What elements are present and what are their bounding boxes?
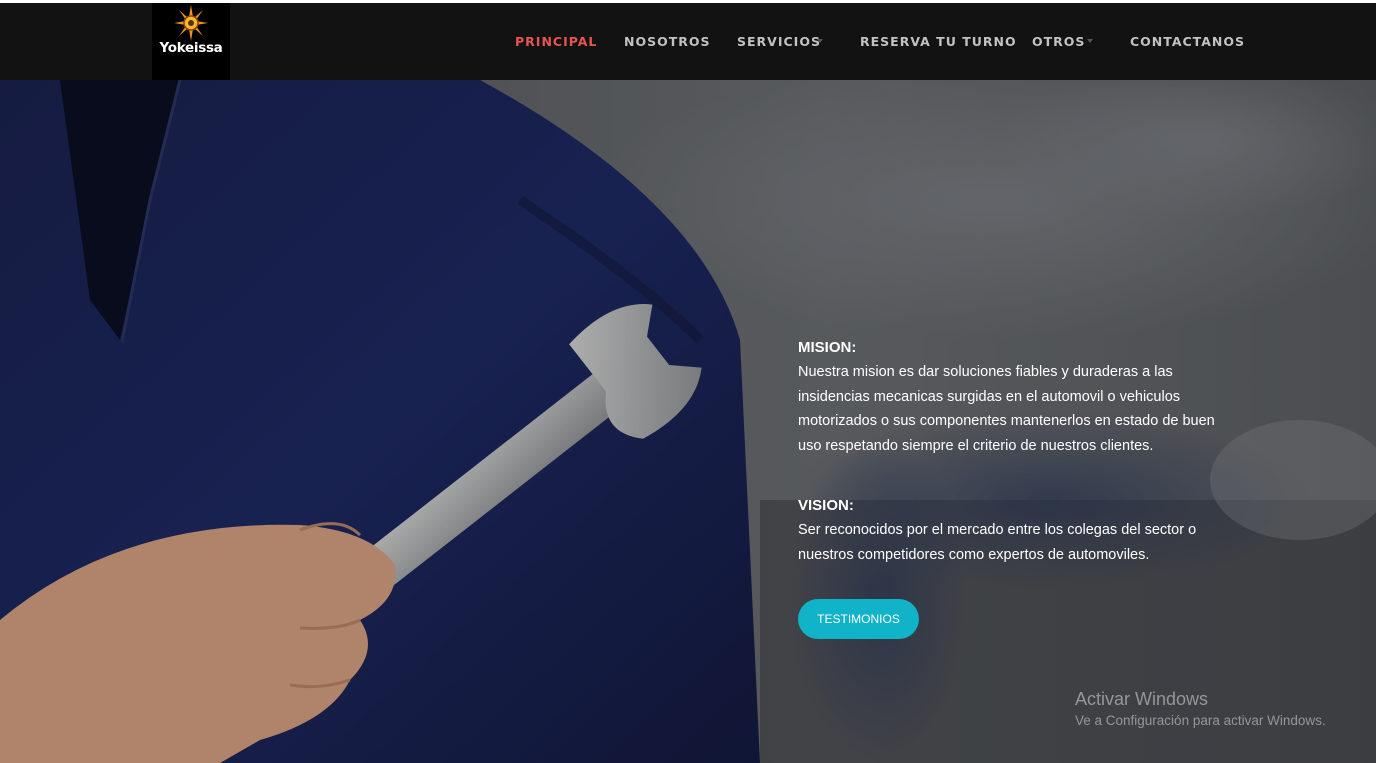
nav-item-nosotros[interactable]: NOSOTROS [624,34,711,49]
mission-vision-block: MISION: Nuestra mision es dar soluciones… [798,338,1238,567]
vision-heading: VISION: [798,497,854,514]
chevron-down-icon[interactable] [1087,39,1093,43]
nav-item-servicios[interactable]: SERVICIOS [737,34,821,49]
nav-item-contactanos[interactable]: CONTACTANOS [1130,34,1245,49]
mision-text: Nuestra mision es dar soluciones fiables… [798,364,1215,454]
nav-item-otros[interactable]: OTROS [1032,34,1085,49]
nav-item-reserva-tu-turno[interactable]: RESERVA TU TURNO [860,34,1017,49]
watermark-subtitle: Ve a Configuración para activar Windows. [1075,713,1326,728]
main-nav: PRINCIPAL NOSOTROS SERVICIOS RESERVA TU … [0,3,1376,80]
vision-text: Ser reconocidos por el mercado entre los… [798,522,1197,563]
chevron-down-icon[interactable] [817,39,823,43]
vision-block: VISION: Ser reconocidos por el mercado e… [798,496,1238,567]
windows-activation-watermark: Activar Windows Ve a Configuración para … [1075,687,1326,730]
mision-block: MISION: Nuestra mision es dar soluciones… [798,338,1238,458]
testimonios-button[interactable]: TESTIMONIOS [798,599,919,639]
watermark-title: Activar Windows [1075,689,1209,709]
nav-item-principal[interactable]: PRINCIPAL [515,34,597,49]
mision-heading: MISION: [798,339,857,356]
hero-section: MISION: Nuestra mision es dar soluciones… [0,80,1376,763]
navbar: Yokeissa PRINCIPAL NOSOTROS SERVICIOS RE… [0,3,1376,80]
